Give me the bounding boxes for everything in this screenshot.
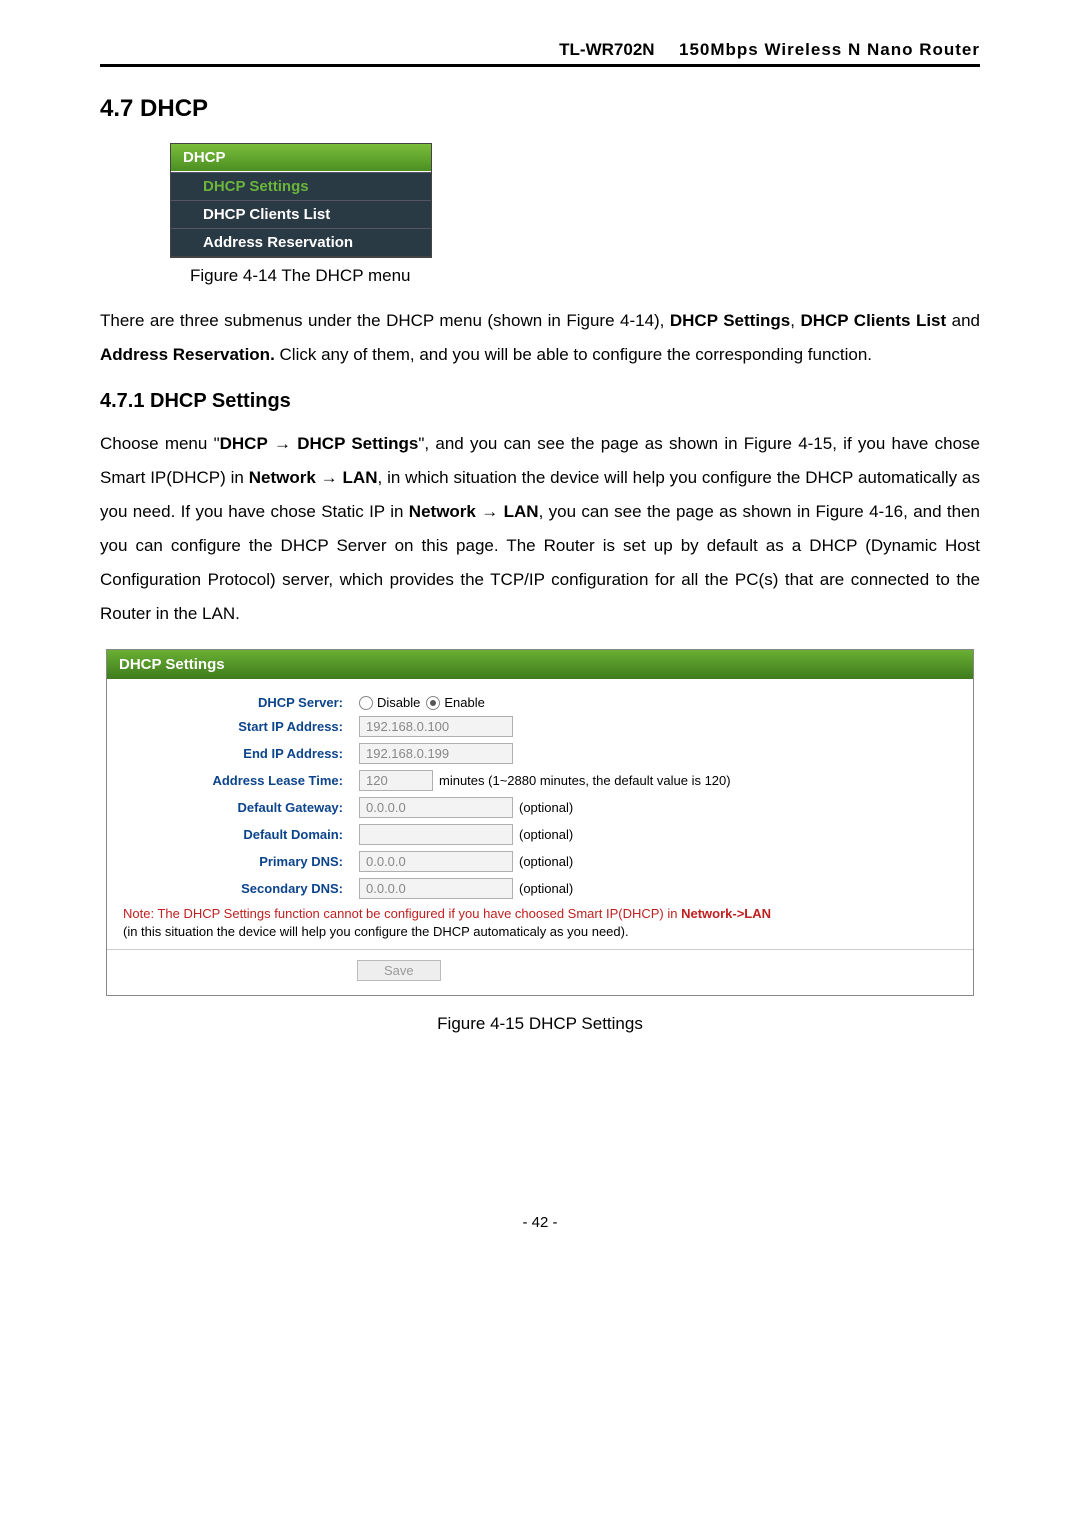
paragraph-2: Choose menu "DHCP → DHCP Settings", and … <box>100 427 980 631</box>
input-gateway[interactable] <box>359 797 513 818</box>
p1-bold-2: DHCP Clients List <box>800 311 946 330</box>
input-start-ip[interactable] <box>359 716 513 737</box>
p2-b6: LAN <box>504 502 539 521</box>
hint-gateway: (optional) <box>519 800 573 815</box>
input-domain[interactable] <box>359 824 513 845</box>
label-sdns: Secondary DNS: <box>123 881 359 896</box>
hint-sdns: (optional) <box>519 881 573 896</box>
radio-icon <box>359 696 373 710</box>
input-sdns[interactable] <box>359 878 513 899</box>
p2-b1: DHCP <box>220 434 268 453</box>
p2-b5: Network <box>409 502 476 521</box>
label-pdns: Primary DNS: <box>123 854 359 869</box>
p2-b4: LAN <box>343 468 378 487</box>
dhcp-menu-figure: DHCP DHCP Settings DHCP Clients List Add… <box>170 143 980 258</box>
figure-4-14-caption: Figure 4-14 The DHCP menu <box>190 266 980 286</box>
p2-arrow2: → <box>316 468 343 487</box>
radio-disable[interactable]: Disable <box>359 695 420 710</box>
radio-icon <box>426 696 440 710</box>
input-lease[interactable] <box>359 770 433 791</box>
section-heading: 4.7 DHCP <box>100 95 980 123</box>
p1-text3: and <box>946 311 980 330</box>
save-button[interactable]: Save <box>357 960 441 981</box>
menu-item-dhcp-settings[interactable]: DHCP Settings <box>171 172 431 200</box>
input-pdns[interactable] <box>359 851 513 872</box>
p1-text2: , <box>790 311 800 330</box>
subsection-heading: 4.7.1 DHCP Settings <box>100 390 980 413</box>
hint-lease: minutes (1~2880 minutes, the default val… <box>439 773 731 788</box>
label-domain: Default Domain: <box>123 827 359 842</box>
menu-item-address-reservation[interactable]: Address Reservation <box>171 228 431 256</box>
input-end-ip[interactable] <box>359 743 513 764</box>
radio-enable[interactable]: Enable <box>426 695 484 710</box>
note-c: (in this situation the device will help … <box>123 924 629 939</box>
menu-item-dhcp-clients[interactable]: DHCP Clients List <box>171 200 431 228</box>
hint-domain: (optional) <box>519 827 573 842</box>
page-number: - 42 - <box>100 1214 980 1231</box>
product-label: 150Mbps Wireless N Nano Router <box>679 40 980 59</box>
p1-bold-1: DHCP Settings <box>670 311 790 330</box>
p2-arrow3: → <box>476 502 504 521</box>
label-dhcp-server: DHCP Server: <box>123 695 359 710</box>
p1-text4: Click any of them, and you will be able … <box>275 345 872 364</box>
label-gateway: Default Gateway: <box>123 800 359 815</box>
page-header: TL-WR702N 150Mbps Wireless N Nano Router <box>100 40 980 67</box>
panel-title: DHCP Settings <box>107 650 973 679</box>
label-lease: Address Lease Time: <box>123 773 359 788</box>
label-start-ip: Start IP Address: <box>123 719 359 734</box>
p1-bold-3: Address Reservation. <box>100 345 275 364</box>
p2-b3: Network <box>249 468 316 487</box>
dhcp-settings-panel: DHCP Settings DHCP Server: Disable Enabl… <box>106 649 974 996</box>
p1-text: There are three submenus under the DHCP … <box>100 311 670 330</box>
p2-t1: Choose menu " <box>100 434 220 453</box>
note-b: Network->LAN <box>681 906 771 921</box>
model-label: TL-WR702N <box>559 40 654 59</box>
radio-disable-label: Disable <box>377 695 420 710</box>
p2-b2: DHCP Settings <box>297 434 418 453</box>
menu-head-dhcp[interactable]: DHCP <box>171 144 431 172</box>
hint-pdns: (optional) <box>519 854 573 869</box>
label-end-ip: End IP Address: <box>123 746 359 761</box>
p2-arrow1: → <box>268 434 297 453</box>
panel-note: Note: The DHCP Settings function cannot … <box>123 905 957 941</box>
figure-4-15-caption: Figure 4-15 DHCP Settings <box>100 1014 980 1034</box>
paragraph-1: There are three submenus under the DHCP … <box>100 304 980 372</box>
radio-enable-label: Enable <box>444 695 484 710</box>
note-a: Note: The DHCP Settings function cannot … <box>123 906 681 921</box>
